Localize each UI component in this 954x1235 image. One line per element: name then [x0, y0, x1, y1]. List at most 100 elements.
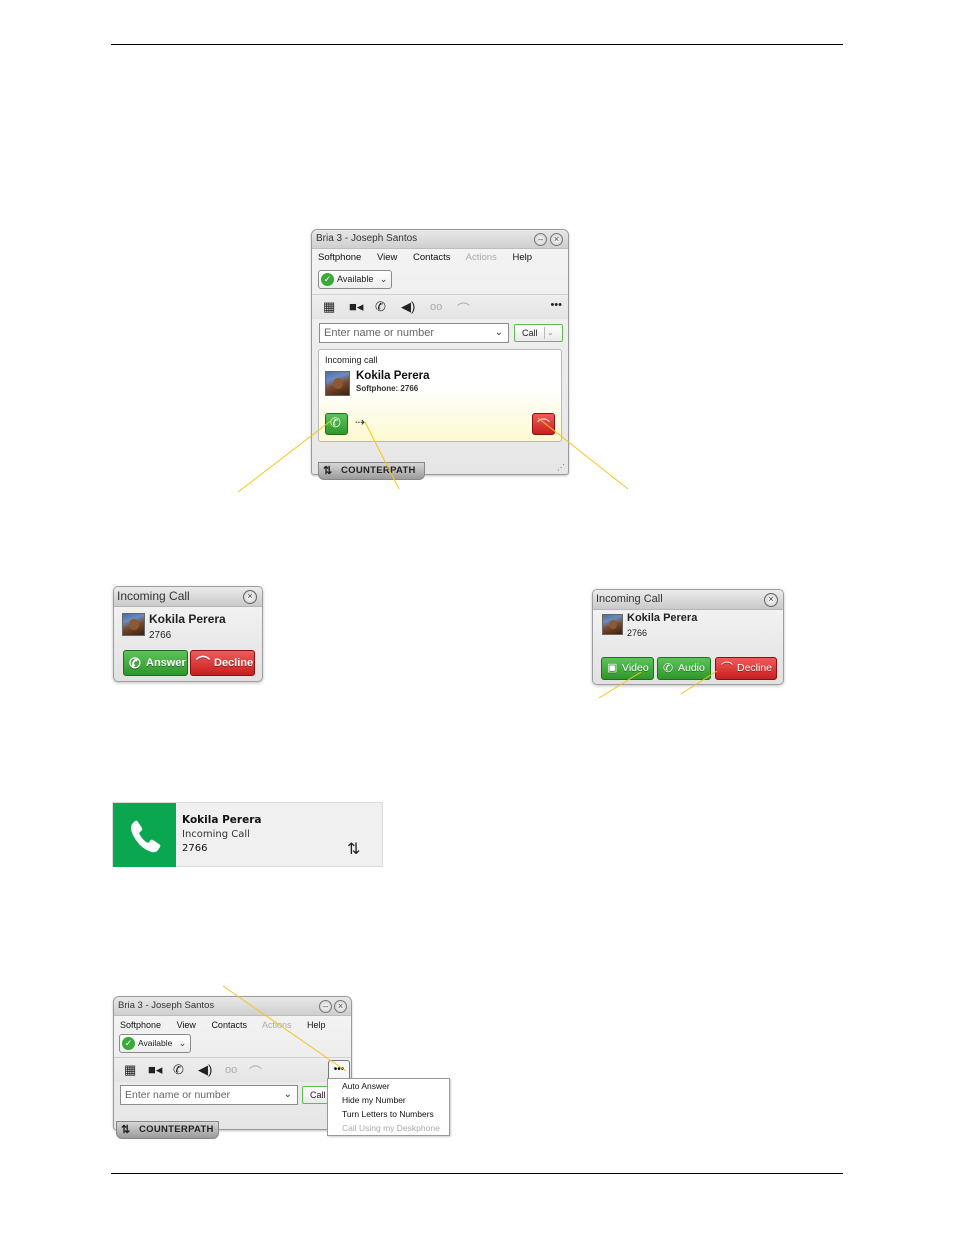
more-icon[interactable]: •••	[550, 299, 562, 311]
window-titlebar: Bria 3 - Joseph Santos – ×	[114, 997, 351, 1016]
chevron-down-icon: ⌄	[379, 274, 388, 284]
decline-button[interactable]: ⌒	[532, 413, 555, 435]
menu-contacts[interactable]: Contacts	[211, 1020, 247, 1030]
caller-avatar	[325, 371, 350, 396]
counterpath-logo: ⇅ CounterPath	[318, 462, 425, 480]
close-icon[interactable]: ×	[764, 593, 778, 607]
close-icon[interactable]: ×	[550, 233, 563, 246]
hangup-icon: ⌒	[249, 1065, 263, 1080]
counterpath-logo-icon: ⇅	[323, 465, 333, 477]
footer-rule	[111, 1173, 843, 1174]
toast-caller-name: Kokila Perera	[182, 814, 262, 826]
hangup-icon: ⌒	[721, 661, 734, 675]
phone-icon: ✆	[663, 661, 674, 675]
caller-name: Kokila Perera	[149, 612, 226, 626]
menu-view[interactable]: View	[177, 1020, 196, 1030]
presence-dropdown[interactable]: ✓ Available ⌄	[318, 270, 393, 289]
phone-icon: ✆	[129, 655, 141, 671]
available-check-icon: ✓	[321, 273, 334, 286]
menu-help[interactable]: Help	[512, 252, 532, 263]
dialpad-icon[interactable]: ▦	[124, 1062, 136, 1078]
menu-view[interactable]: View	[377, 252, 397, 263]
call-button-label: Call	[522, 328, 538, 338]
call-button[interactable]: Call ⌄	[514, 324, 563, 342]
hangup-icon: ⌒	[537, 418, 551, 433]
dial-input[interactable]: Enter name or number ⌄	[120, 1085, 298, 1105]
decline-button[interactable]: ⌒ Decline	[190, 650, 255, 676]
chevron-down-icon: ⌄	[178, 1038, 187, 1048]
call-history-icon[interactable]: ✆	[375, 299, 386, 315]
caller-number: 2766	[149, 630, 172, 641]
menu-actions: Actions	[465, 252, 497, 263]
caller-name: Kokila Perera	[627, 612, 698, 624]
incoming-call-popup-audio: Incoming Call × Kokila Perera 2766 ✆ Ans…	[113, 586, 263, 682]
close-icon[interactable]: ×	[243, 590, 257, 604]
presence-dropdown[interactable]: ✓ Available ⌄	[119, 1034, 192, 1053]
resize-grip-icon[interactable]: ⋰	[557, 463, 565, 472]
counterpath-logo-icon: ⇅	[121, 1124, 131, 1136]
answer-button[interactable]: ✆ Answer	[123, 650, 188, 676]
counterpath-logo-icon: ⇅	[347, 841, 361, 858]
chevron-down-icon[interactable]: ⌄	[284, 1086, 292, 1104]
menu-item-hide-my-number[interactable]: Hide my Number	[328, 1093, 449, 1107]
menu-item-call-using-deskphone: Call Using my Deskphone	[342, 1123, 440, 1133]
voicemail-icon: oo	[225, 1064, 238, 1076]
caller-avatar	[602, 614, 623, 635]
dial-placeholder: Enter name or number	[125, 1089, 231, 1101]
window-title: Bria 3 - Joseph Santos	[118, 1000, 215, 1011]
chevron-down-icon[interactable]: ⌄	[495, 324, 503, 342]
phone-icon: ✆	[330, 415, 341, 430]
minimize-icon[interactable]: –	[319, 1000, 332, 1013]
dial-placeholder: Enter name or number	[324, 327, 435, 339]
call-history-icon[interactable]: ✆	[173, 1062, 184, 1078]
toast-notification[interactable]: Kokila Perera Incoming Call 2766 ⇅	[112, 802, 383, 867]
dialpad-icon[interactable]: ▦	[323, 299, 335, 315]
incoming-heading: Incoming call	[325, 355, 378, 365]
incoming-call-panel: Incoming call Kokila Perera Softphone: 2…	[318, 349, 562, 442]
toast-number: 2766	[182, 843, 208, 854]
menu-bar: Softphone View Contacts Actions Help	[114, 1016, 351, 1034]
window-titlebar: Bria 3 - Joseph Santos – ×	[312, 230, 568, 249]
incoming-call-popup-video: Incoming Call × Kokila Perera 2766 ▣ Vid…	[592, 589, 784, 685]
phone-icon	[131, 820, 161, 853]
video-answer-button[interactable]: ▣ Video	[601, 657, 654, 680]
menu-softphone[interactable]: Softphone	[318, 252, 361, 263]
menu-contacts[interactable]: Contacts	[413, 252, 451, 263]
answer-button[interactable]: ✆	[325, 413, 348, 435]
bria-main-window: Bria 3 - Joseph Santos – × Softphone Vie…	[311, 229, 569, 475]
toolbar: ▦ ■◂ ✆ ◀) oo ⌒ •••	[114, 1057, 351, 1082]
video-icon[interactable]: ■◂	[349, 299, 363, 315]
close-icon[interactable]: ×	[334, 1000, 347, 1013]
popup-title: Incoming Call ×	[114, 587, 262, 607]
voicemail-icon: oo	[430, 301, 443, 313]
bria-menu-window: Bria 3 - Joseph Santos – × Softphone Vie…	[113, 996, 352, 1130]
menu-actions: Actions	[261, 1020, 292, 1030]
caller-detail: Softphone: 2766	[356, 384, 419, 393]
caller-name: Kokila Perera	[356, 370, 430, 382]
menu-softphone[interactable]: Softphone	[120, 1020, 161, 1030]
call-button-label: Call	[310, 1090, 326, 1100]
menu-item-turn-letters-to-numbers[interactable]: Turn Letters to Numbers	[328, 1107, 449, 1121]
forward-icon[interactable]: ⇢	[355, 415, 365, 429]
speaker-icon[interactable]: ◀)	[401, 299, 415, 315]
popup-title: Incoming Call ×	[593, 590, 783, 610]
minimize-icon[interactable]: –	[534, 233, 547, 246]
speaker-icon[interactable]: ◀)	[198, 1062, 212, 1078]
caller-avatar	[122, 613, 145, 636]
menu-item-auto-answer[interactable]: Auto Answer	[328, 1079, 449, 1093]
header-rule	[111, 44, 843, 45]
window-title: Bria 3 - Joseph Santos	[316, 233, 418, 244]
video-icon[interactable]: ■◂	[148, 1062, 162, 1078]
more-menu: Auto Answer Hide my Number Turn Letters …	[327, 1078, 450, 1136]
chevron-down-icon[interactable]: ⌄	[547, 325, 554, 341]
toast-phone-tile	[113, 803, 176, 867]
counterpath-logo: ⇅ CounterPath	[116, 1121, 219, 1139]
menu-help[interactable]: Help	[307, 1020, 326, 1030]
audio-answer-button[interactable]: ✆ Audio	[657, 657, 711, 680]
caller-number: 2766	[627, 628, 648, 638]
menu-bar: Softphone View Contacts Actions Help	[312, 249, 568, 267]
dial-input[interactable]: Enter name or number ⌄	[319, 323, 509, 343]
toolbar: ▦ ■◂ ✆ ◀) oo ⌒ •••	[312, 294, 568, 319]
decline-button[interactable]: ⌒ Decline	[715, 657, 777, 680]
toast-status: Incoming Call	[182, 829, 250, 840]
